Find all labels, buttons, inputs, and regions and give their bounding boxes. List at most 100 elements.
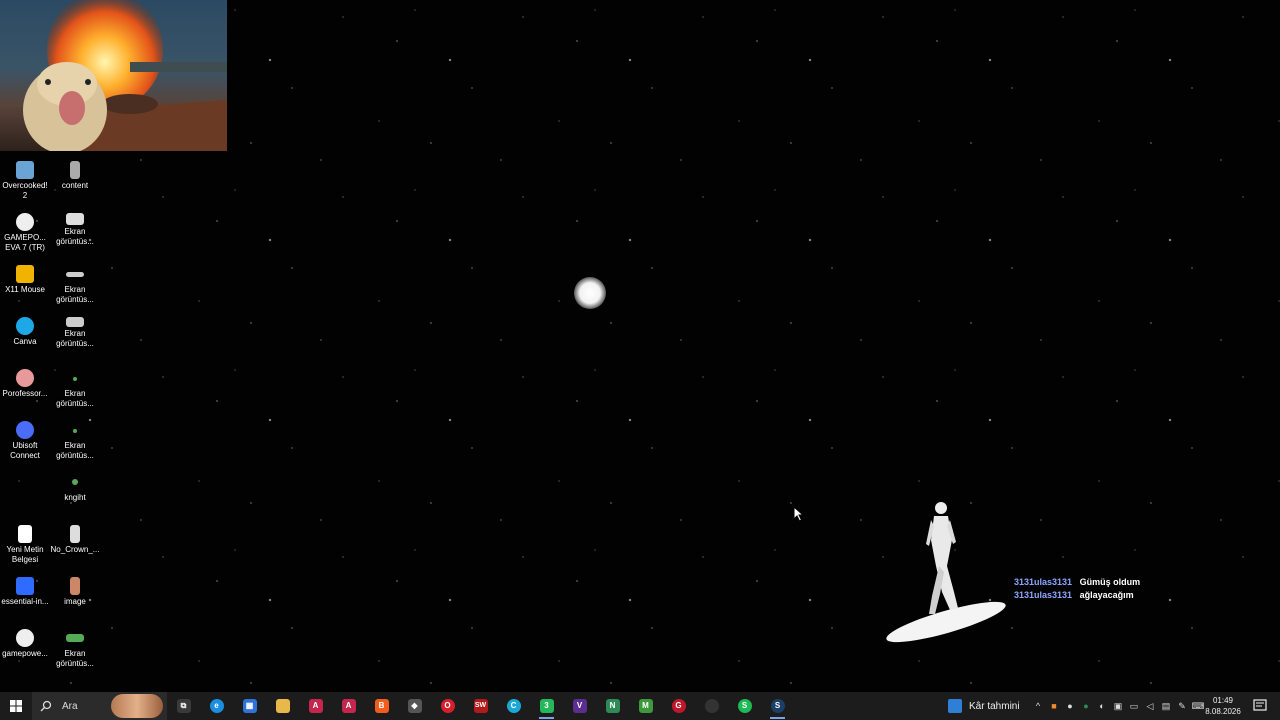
desktop-icon-screenshot[interactable]: Ekran görüntüs... [50,265,100,305]
taskbar-app-acrobat[interactable]: A [299,692,332,720]
weather-label: Kâr tahmini [969,700,1020,712]
taskbar-app-spotify[interactable]: S [728,692,761,720]
desktop-icon-image[interactable]: image [50,577,100,607]
steam-tray-icon[interactable]: ◐ [1094,701,1110,711]
taskbar-app-task-view[interactable]: ⧉ [167,692,200,720]
desktop-icon-label: GAMEPO... EVA 7 (TR) [4,233,46,252]
desktop-icon-label: image [64,597,86,606]
desktop-icon-gamepower-2[interactable]: gamepowe... [0,629,50,659]
taskbar-app-opera-gx[interactable]: G [662,692,695,720]
taskbar-app-acrobat-2[interactable]: A [332,692,365,720]
desktop-icon-screenshot[interactable]: Ekran görüntüs... [50,213,100,247]
taskbar-app-recorder[interactable] [695,692,728,720]
task-view-icon: ⧉ [176,699,191,713]
windows-logo-icon [10,700,22,712]
spotify-icon: S [737,699,752,713]
desktop-icon-x11-mouse[interactable]: X11 Mouse [0,265,50,295]
chat-message: 3131ulas3131 ağlayacağım [1014,589,1140,602]
acrobat-icon: A [308,699,323,713]
desktop-icon-label: essential-in... [1,597,49,606]
taskbar-search[interactable]: Ara [32,692,167,720]
screenshot-icon [66,634,84,642]
search-placeholder: Ara [62,700,78,712]
app-tray-icon[interactable]: ▤ [1158,701,1174,712]
taskbar-app-visual-studio[interactable]: V [563,692,596,720]
desktop-icon-label: Ekran görüntüs... [56,227,94,246]
desktop-icon-canva[interactable]: Canva [0,317,50,347]
chat-message: 3131ulas3131 Gümüş oldum [1014,576,1140,589]
visual-studio-icon: V [572,699,587,713]
desktop-icon-content[interactable]: content [50,161,100,191]
desktop-icon-screenshot[interactable]: Ekran görüntüs... [50,629,100,669]
screenshot-icon [66,213,84,225]
desktop-icon-screenshot[interactable]: Ekran görüntüs... [50,421,100,461]
search-icon [40,700,52,712]
taskbar-app-brave[interactable]: B [365,692,398,720]
taskbar-app-steam[interactable]: S [761,692,794,720]
overcooked-icon [16,161,34,179]
taskbar-app-notes[interactable]: N [596,692,629,720]
taskbar-app-file-explorer[interactable] [266,692,299,720]
desktop-icon-label: Porofessor... [2,389,48,398]
opera-icon: O [440,699,455,713]
screenshot-icon [73,429,77,433]
desktop-icon-label: kngiht [64,493,86,502]
ubisoft-icon [16,421,34,439]
chat-text: Gümüş oldum [1079,577,1141,587]
app-tray-icon[interactable]: ▣ [1110,701,1126,712]
desktop-icon-porofessor[interactable]: Porofessor... [0,369,50,399]
weather-widget[interactable]: Kâr tahmini [948,692,1020,720]
desktop-icon-no-crown[interactable]: No_Crown_... [50,525,100,555]
stream-chat: 3131ulas3131 Gümüş oldum 3131ulas3131 ağ… [1014,576,1140,602]
chevron-up-icon[interactable]: ^ [1030,701,1046,711]
desktop-icon-ubisoft[interactable]: Ubisoft Connect [0,421,50,461]
desktop-icon-label: Ekran görüntüs... [56,389,94,408]
taskbar-clock[interactable]: 01:49 8.08.2026 [1200,695,1246,717]
taskbar-app-store[interactable]: ▦ [233,692,266,720]
desktop-icon-label: content [61,181,89,190]
desktop-icon-kngiht[interactable]: kngiht [50,473,100,503]
pen-icon[interactable]: ✎ [1174,701,1190,712]
volume-icon[interactable]: ◁ [1142,701,1158,712]
notification-icon[interactable] [1252,698,1268,714]
desktop-icon-essential[interactable]: essential-in... [0,577,50,607]
file-icon [72,479,78,485]
microphone-icon[interactable]: ● [1062,701,1078,711]
app-tray-icon[interactable]: ● [1078,701,1094,711]
desktop-icon-text-document[interactable]: Yeni Metin Belgesi [0,525,50,565]
taskbar: Ara ⧉ e ▦ A A B ◆ O SW C 3 V N M G S S K… [0,692,1280,720]
taskbar-app-unity[interactable]: ◆ [398,692,431,720]
start-button[interactable] [0,692,32,720]
file-icon [70,525,80,543]
desktop-icon-label: Ekran görüntüs... [56,285,94,304]
text-document-icon [18,525,32,543]
desktop-icon-label: Ekran görüntüs... [56,441,94,460]
desktop-icon-screenshot[interactable]: Ekran görüntüs... [50,369,100,409]
taskbar-app-opera[interactable]: O [431,692,464,720]
brave-icon: B [374,699,389,713]
system-tray: ^ ■ ● ● ◐ ▣ ▭ ◁ ▤ ✎ ⌨ [1030,692,1206,720]
desktop-icon-overcooked[interactable]: Overcooked! 2 [0,161,50,201]
network-icon[interactable]: ▭ [1126,701,1142,712]
whatsapp-icon: 3 [539,699,554,713]
chat-text: ağlayacağım [1079,590,1134,600]
desktop-icon-gamepower[interactable]: GAMEPO... EVA 7 (TR) [0,213,50,253]
desktop-icon-label: Ubisoft Connect [10,441,40,460]
taskbar-app-whatsapp[interactable]: 3 [530,692,563,720]
desktop-icon-label: No_Crown_... [50,545,100,554]
edge-icon: e [209,699,224,713]
screenshot-icon [73,377,77,381]
desktop-icon-screenshot[interactable]: Ekran görüntüs... [50,317,100,349]
clock-time: 01:49 [1212,696,1234,705]
gamepower-icon [16,629,34,647]
taskbar-app-minecraft[interactable]: M [629,692,662,720]
taskbar-app-edge[interactable]: e [200,692,233,720]
store-icon: ▦ [242,699,257,713]
unity-icon: ◆ [407,699,422,713]
steam-icon: S [770,699,785,713]
app-tray-icon[interactable]: ■ [1046,701,1062,711]
chat-username: 3131ulas3131 [1014,577,1073,587]
taskbar-app-saw-game[interactable]: SW [464,692,497,720]
gamepower-icon [16,213,34,231]
taskbar-app-browser[interactable]: C [497,692,530,720]
